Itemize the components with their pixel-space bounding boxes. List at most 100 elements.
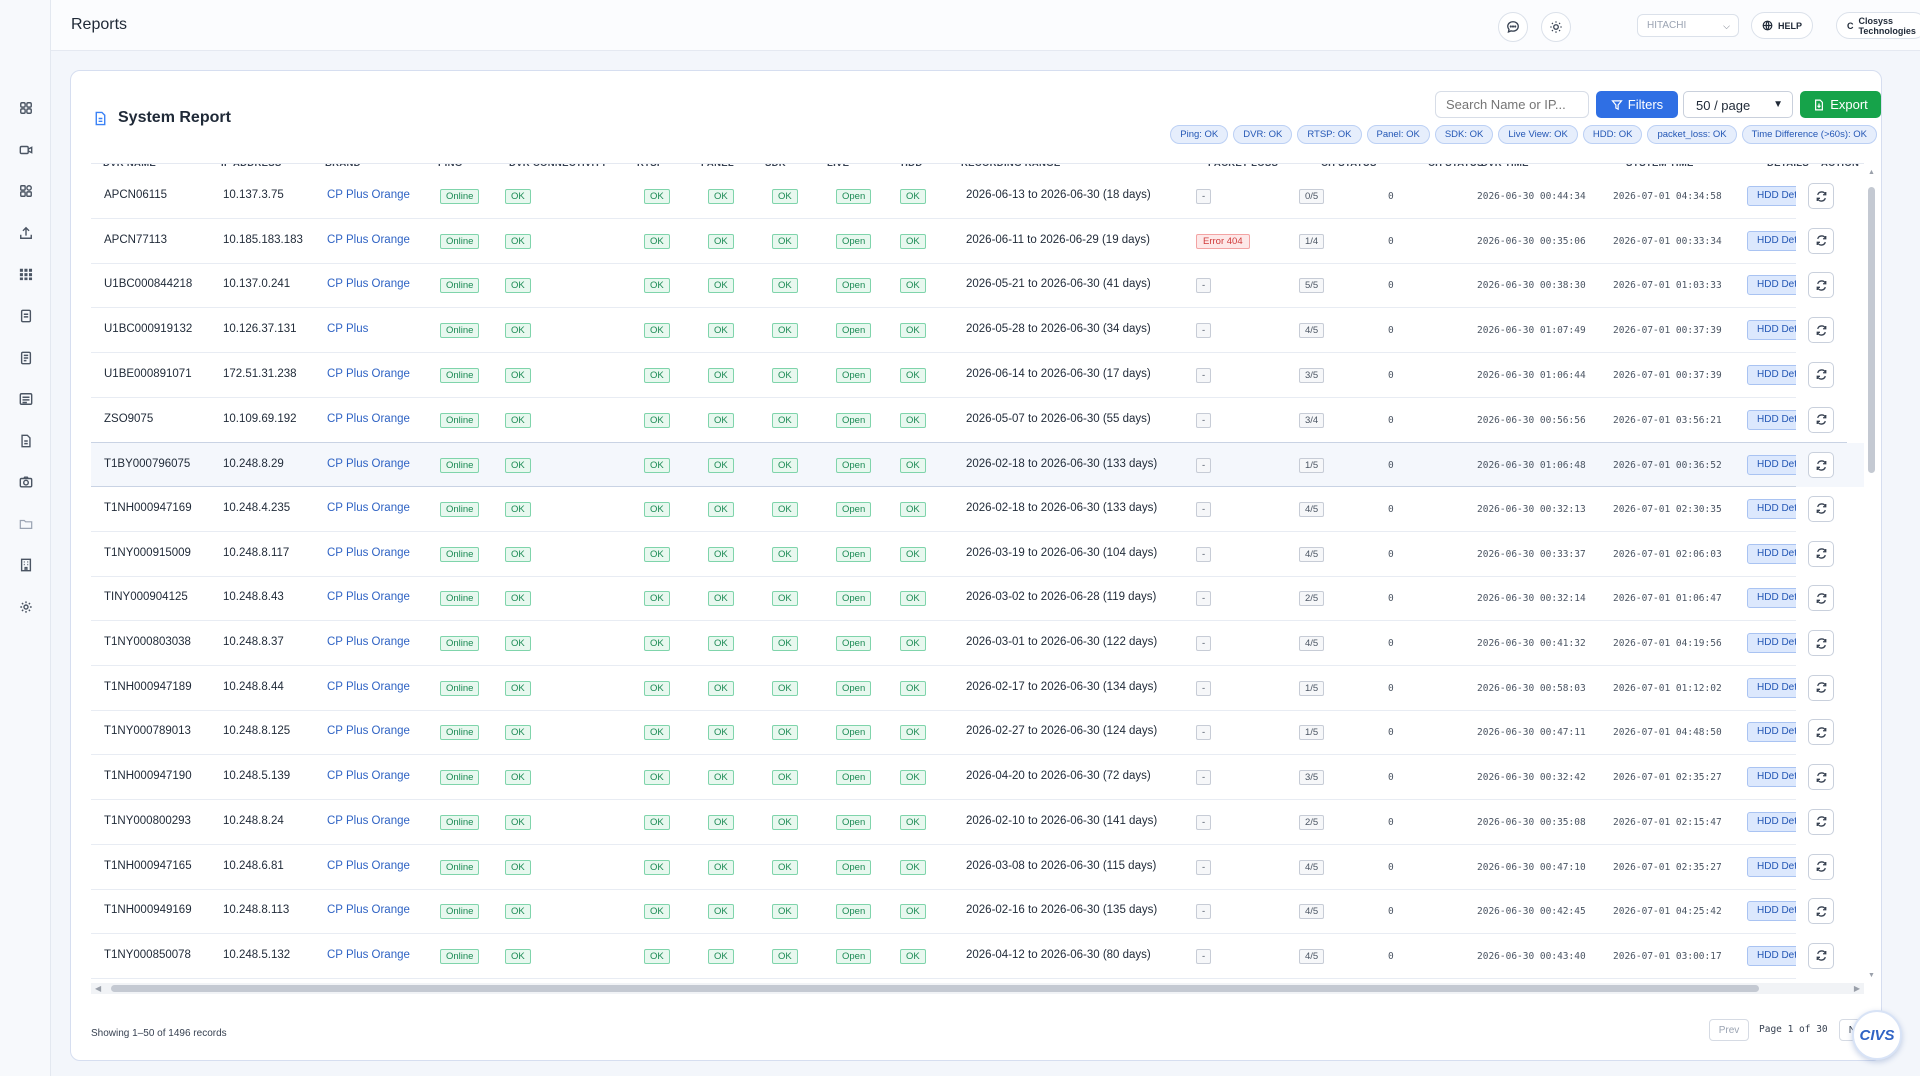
filter-chip[interactable]: Live View: OK [1498, 125, 1578, 144]
help-button[interactable]: HELP [1751, 12, 1814, 39]
column-header[interactable]: PING [438, 164, 462, 169]
document-icon[interactable] [10, 300, 41, 331]
brand-link[interactable]: CP Plus Orange [327, 815, 410, 827]
column-header[interactable]: DVR CONNECTIVITY [509, 164, 607, 169]
brand-link[interactable]: CP Plus Orange [327, 368, 410, 380]
scroll-up-icon[interactable]: ▲ [1867, 169, 1876, 178]
column-header[interactable]: IP ADDRESS [221, 164, 282, 169]
brand-logo[interactable]: CIVS [1852, 1010, 1902, 1060]
refresh-button[interactable] [1808, 808, 1834, 835]
table-row[interactable]: T1NH000947190 10.248.5.139 CP Plus Orange O… [91, 755, 1864, 801]
live-status-badge[interactable]: Open [836, 412, 872, 428]
refresh-button[interactable] [1808, 227, 1834, 254]
camera-icon[interactable] [10, 134, 41, 165]
refresh-button[interactable] [1808, 630, 1834, 656]
column-header[interactable]: ACTION [1821, 164, 1859, 169]
filter-chip[interactable]: SDK: OK [1434, 125, 1494, 144]
search-input[interactable] [1435, 91, 1589, 118]
brand-link[interactable]: CP Plus Orange [327, 547, 410, 559]
column-header[interactable]: RECORDING RANGE [961, 164, 1061, 169]
apps-icon[interactable] [10, 175, 41, 206]
refresh-button[interactable] [1808, 898, 1834, 925]
column-header[interactable]: SDK [765, 164, 786, 169]
file-icon[interactable] [10, 425, 41, 456]
table-row[interactable]: ZSO9075 10.109.69.192 CP Plus Orange Online… [91, 397, 1864, 443]
live-status-badge[interactable]: Open [836, 458, 872, 474]
document-alt-icon[interactable] [10, 342, 41, 373]
table-row[interactable]: T1NY000850078 10.248.5.132 CP Plus Orange O… [91, 933, 1864, 979]
per-page-select[interactable]: 50 / page ▼ [1683, 91, 1793, 118]
refresh-button[interactable] [1808, 853, 1834, 880]
table-row[interactable]: T1NY000789013 10.248.8.125 CP Plus Orange O… [91, 710, 1864, 756]
column-header[interactable]: BRAND [325, 164, 361, 169]
live-status-badge[interactable]: Open [836, 501, 872, 517]
brand-link[interactable]: CP Plus Orange [327, 636, 410, 648]
live-status-badge[interactable]: Open [836, 904, 872, 920]
filter-chip[interactable]: Panel: OK [1366, 125, 1430, 144]
scroll-left-icon[interactable]: ◀ [95, 984, 101, 993]
brand-link[interactable]: CP Plus Orange [327, 502, 410, 514]
table-row[interactable]: TINY000904125 10.248.8.43 CP Plus Orange On… [91, 576, 1864, 622]
brand-link[interactable]: CP Plus Orange [327, 725, 410, 737]
column-header[interactable]: LIVE [827, 164, 849, 169]
refresh-button[interactable] [1808, 452, 1834, 479]
settings-icon[interactable] [10, 591, 41, 622]
filter-chip[interactable]: Ping: OK [1170, 125, 1229, 144]
brand-link[interactable]: CP Plus Orange [327, 458, 410, 470]
scroll-right-icon[interactable]: ▶ [1854, 984, 1860, 993]
filter-chip[interactable]: DVR: OK [1233, 125, 1293, 144]
building-icon[interactable] [10, 549, 41, 580]
filter-chip[interactable]: Time Difference (>60s): OK [1741, 125, 1877, 144]
table-row[interactable]: T1NH000949169 10.248.8.113 CP Plus Orange O… [91, 889, 1864, 935]
filter-chip[interactable]: HDD: OK [1582, 125, 1643, 144]
refresh-button[interactable] [1808, 540, 1834, 567]
column-header[interactable]: DETAILS [1767, 164, 1809, 169]
refresh-button[interactable] [1808, 719, 1834, 746]
live-status-badge[interactable]: Open [836, 680, 872, 696]
column-header[interactable]: DVR NAME [103, 164, 156, 169]
brand-link[interactable]: CP Plus Orange [327, 904, 410, 916]
brand-link[interactable]: CP Plus Orange [327, 949, 410, 961]
table-row[interactable]: T1NY000800293 10.248.8.24 CP Plus Orange On… [91, 799, 1864, 845]
live-status-badge[interactable]: Open [836, 189, 872, 204]
brand-link[interactable]: CP Plus Orange [327, 278, 410, 290]
refresh-button[interactable] [1808, 317, 1834, 344]
refresh-button[interactable] [1808, 764, 1834, 791]
live-status-badge[interactable]: Open [836, 770, 872, 786]
live-status-badge[interactable]: Open [836, 367, 872, 383]
live-status-badge[interactable]: Open [836, 546, 872, 562]
horizontal-scroll-thumb[interactable] [111, 985, 1759, 992]
table-row[interactable]: U1BC000919132 10.126.37.131 CP Plus Online O… [91, 308, 1864, 354]
live-status-badge[interactable]: Open [836, 323, 872, 339]
column-header[interactable]: PACKET LOSS [1208, 164, 1278, 169]
table-row[interactable]: T1BY000796075 10.248.8.29 CP Plus Orange On… [91, 442, 1864, 489]
filter-chip[interactable]: RTSP: OK [1297, 125, 1362, 144]
refresh-button[interactable] [1808, 272, 1834, 299]
brand-link[interactable]: CP Plus Orange [327, 770, 410, 782]
brand-link[interactable]: CP Plus Orange [327, 591, 410, 603]
horizontal-scrollbar[interactable]: ◀ ▶ [91, 983, 1864, 994]
chat-button[interactable] [1498, 12, 1528, 42]
brand-select[interactable]: HITACHI ⌵ [1637, 14, 1739, 37]
scroll-down-icon[interactable]: ▼ [1867, 972, 1876, 981]
table-row[interactable]: APCN06115 10.137.3.75 CP Plus Orange Online… [91, 174, 1864, 219]
column-header[interactable]: DVR TIME [1481, 164, 1529, 169]
filter-chip[interactable]: packet_loss: OK [1647, 125, 1737, 144]
table-row[interactable]: U1BE000891071 172.51.31.238 CP Plus Orange… [91, 352, 1864, 398]
live-status-badge[interactable]: Open [836, 278, 872, 294]
upload-icon[interactable] [10, 217, 41, 248]
column-header[interactable]: HDD [901, 164, 922, 169]
live-status-badge[interactable]: Open [836, 948, 872, 964]
folder-icon[interactable] [10, 508, 41, 539]
column-header[interactable]: SYSTEM TIME [1626, 164, 1694, 169]
column-header[interactable]: CH STATUS [1321, 164, 1377, 169]
live-status-badge[interactable]: Open [836, 859, 872, 875]
table-row[interactable]: T1NY000915009 10.248.8.117 CP Plus Orange O… [91, 531, 1864, 577]
table-row[interactable]: T1NH000947189 10.248.8.44 CP Plus Orange On… [91, 665, 1864, 711]
refresh-button[interactable] [1808, 585, 1834, 612]
refresh-button[interactable] [1808, 495, 1834, 522]
vertical-scrollbar[interactable]: ▲ ▼ [1867, 169, 1876, 981]
prev-page-button[interactable]: Prev [1709, 1019, 1749, 1041]
refresh-button[interactable] [1808, 183, 1834, 209]
column-header[interactable]: RTSP [637, 164, 664, 169]
